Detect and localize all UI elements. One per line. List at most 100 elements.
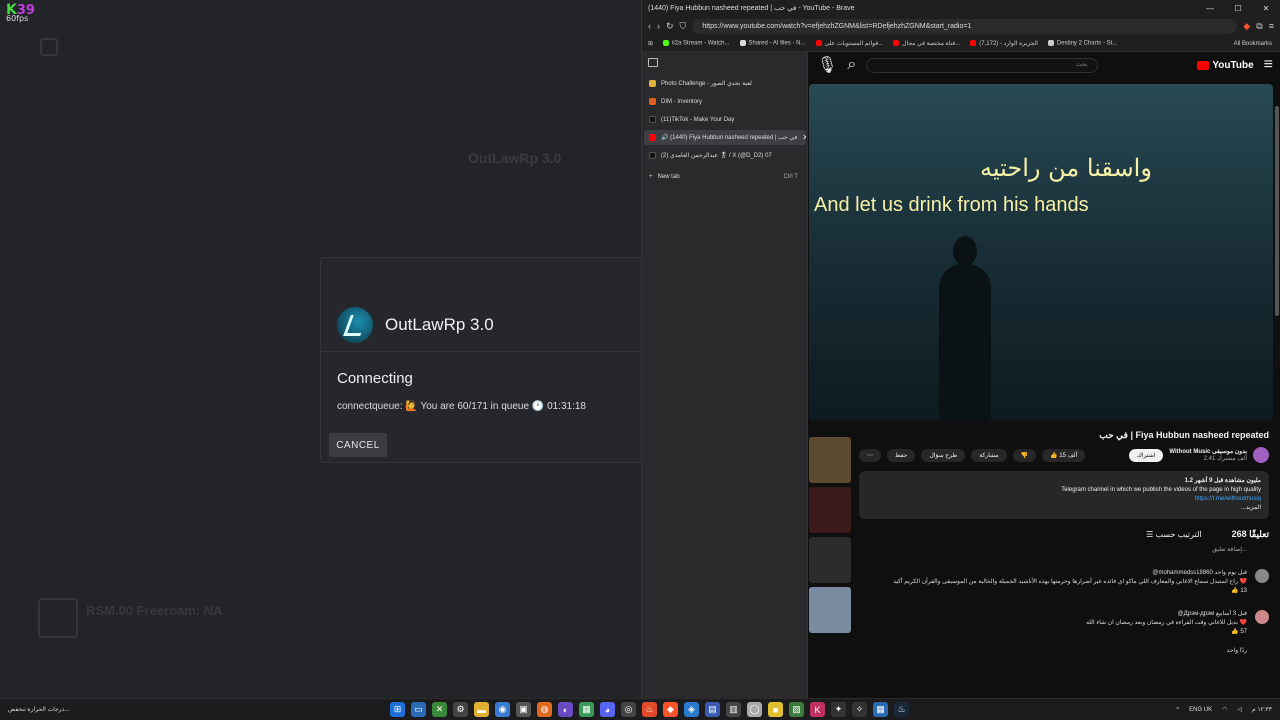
back-icon[interactable]: ‹ <box>648 21 651 31</box>
comment-text: راح استبدل سماع الاغاني والمعازف اللي ما… <box>893 579 1247 585</box>
close-icon[interactable]: ✕ <box>1252 4 1280 13</box>
sidebar-toggle-icon[interactable] <box>648 58 658 67</box>
tray-chevron-icon[interactable]: ^ <box>1176 707 1179 713</box>
volume-icon[interactable]: ◁ <box>1237 706 1242 713</box>
app-icon[interactable]: ▤ <box>705 702 720 717</box>
tab-item[interactable]: DIM - Inventory <box>644 94 806 109</box>
bookmark-item[interactable]: Shared - AI files - N... <box>739 40 806 47</box>
channel-row: ⋯ حفظ طرح سؤال مشاركة 👎 👍 15 ألف اشتراك … <box>859 447 1269 463</box>
app-icon[interactable]: ■ <box>768 702 783 717</box>
comment: @mohammedss18860 قبل يوم واحد راح استبدل… <box>859 569 1269 596</box>
app-icon[interactable]: ▥ <box>726 702 741 717</box>
tab-close-icon[interactable]: ✕ <box>802 133 806 142</box>
replies-toggle[interactable]: ردًا واحد <box>859 647 1247 656</box>
bookmark-item[interactable]: الجزيرة الوارد - (7,172) <box>970 40 1038 47</box>
language-indicator[interactable]: ENG UK <box>1189 707 1212 713</box>
comment-text: بديل للاغاني وقت القراءة في رمضان وبعد ر… <box>1085 620 1247 626</box>
related-thumb[interactable] <box>809 487 851 533</box>
related-thumb[interactable] <box>809 587 851 633</box>
vscode-icon[interactable]: ◈ <box>684 702 699 717</box>
wifi-icon[interactable]: ◠ <box>1222 706 1227 713</box>
bookmark-item[interactable]: Destiny 2 Charts - St... <box>1047 40 1117 47</box>
forward-icon[interactable]: › <box>657 21 660 31</box>
address-bar[interactable]: https://www.youtube.com/watch?v=efjehzhZ… <box>692 18 1238 34</box>
server-name[interactable]: RSM.00 Freeroam: NA <box>86 603 223 618</box>
search-icon[interactable]: ⌕ <box>847 56 856 74</box>
dislike-icon[interactable]: 👎 <box>1012 448 1037 462</box>
related-thumb[interactable] <box>809 437 851 483</box>
comment-likes[interactable]: 👍 57 <box>859 628 1247 637</box>
server-icon[interactable] <box>38 598 78 638</box>
video-player[interactable]: واسقنا من راحتيه And let us drink from h… <box>809 84 1273 421</box>
tab-item[interactable]: (11)TikTok - Make Your Day <box>644 112 806 127</box>
comment: @Дрэм-дрэм قبل 3 أسابيع بديل للاغاني وقت… <box>859 610 1269 656</box>
cancel-button[interactable]: CANCEL <box>329 433 387 457</box>
app-icon[interactable]: ✦ <box>831 702 846 717</box>
connection-status: Connecting <box>337 370 413 387</box>
taskbar: درجات الحرارة تنخفض... ⊞ ▭ ✕ ⚙ ▬ ◉ ▣ ◍ ◐… <box>0 698 1280 720</box>
tab-item[interactable]: (2) عبدالرحمن الغامدي 🎖 / X (@D_D2) 07 <box>644 148 806 163</box>
bookmark-item[interactable]: ii2a Stream - Watch... <box>663 40 730 47</box>
share-button[interactable]: مشاركة <box>971 448 1007 462</box>
description-box[interactable]: 1.2 مليون مشاهدة قبل 9 أشهر Telegram cha… <box>859 471 1269 519</box>
app-icon[interactable]: ◐ <box>558 702 573 717</box>
outlaw-logo-icon <box>337 306 373 343</box>
sort-button[interactable]: ☰ الترتيب حسب <box>1146 530 1202 539</box>
app-icon[interactable]: ◯ <box>747 702 762 717</box>
app-icon[interactable]: ♨ <box>642 702 657 717</box>
app-icon[interactable]: ▧ <box>789 702 804 717</box>
weather-widget[interactable]: درجات الحرارة تنخفض... <box>8 706 69 713</box>
tab-item[interactable]: Photo Challenge - لعبة تحدي الصور <box>644 76 806 91</box>
ask-button[interactable]: طرح سؤال <box>921 448 966 462</box>
brave-icon[interactable]: ◆ <box>663 702 678 717</box>
avatar[interactable] <box>1255 569 1269 583</box>
app-icon[interactable]: ◎ <box>621 702 636 717</box>
steam-icon[interactable]: ♨ <box>894 702 909 717</box>
new-tab-button[interactable]: + New tab Ctrl T <box>644 169 806 184</box>
bookmark-item[interactable]: قوائم المستويات على... <box>815 40 883 47</box>
subscribe-button[interactable]: اشتراك <box>1128 448 1164 462</box>
channel-avatar[interactable] <box>1253 447 1269 463</box>
avatar[interactable] <box>1255 610 1269 624</box>
apps-icon[interactable]: ⊞ <box>648 40 653 47</box>
app-icon[interactable]: ▦ <box>873 702 888 717</box>
related-thumb[interactable] <box>809 537 851 583</box>
app-icon[interactable]: ⚙ <box>453 702 468 717</box>
xbox-icon[interactable]: ✕ <box>432 702 447 717</box>
more-actions-icon[interactable]: ⋯ <box>859 448 881 462</box>
lyric-arabic: واسقنا من راحتيه <box>980 154 1152 182</box>
app-icon[interactable]: K <box>810 702 825 717</box>
discord-icon[interactable]: ◕ <box>600 702 615 717</box>
mic-icon[interactable]: 🎙 <box>817 55 837 75</box>
tab-item-active[interactable]: 🔊 (1440) Fiya Hubbun nasheed repeated | … <box>644 130 806 145</box>
extensions-icon[interactable]: ⧉ <box>1256 21 1262 32</box>
channel-block[interactable]: Without Music بدون موسيقى 2.41 ألف مشترك <box>1169 448 1247 462</box>
scrollbar[interactable] <box>1275 106 1279 316</box>
store-icon[interactable]: ▣ <box>516 702 531 717</box>
search-input[interactable]: بحث <box>866 57 1099 73</box>
start-icon[interactable]: ⊞ <box>390 702 405 717</box>
youtube-logo[interactable]: YouTube <box>1197 60 1254 71</box>
like-button[interactable]: 👍 15 ألف <box>1042 448 1086 462</box>
task-view-icon[interactable]: ▭ <box>411 702 426 717</box>
explorer-icon[interactable]: ▬ <box>474 702 489 717</box>
bookmark-icon[interactable]: ⛉ <box>680 21 687 32</box>
modal-header: OutLawRp 3.0 <box>321 258 649 352</box>
brave-shield-icon[interactable]: ◆ <box>1243 21 1250 32</box>
bookmark-item[interactable]: قناة مختصة في مجال... <box>893 40 960 47</box>
menu-icon[interactable]: ≡ <box>1264 56 1273 74</box>
reload-icon[interactable]: ↻ <box>666 21 674 32</box>
clock[interactable]: ١٢:٣٣ م <box>1252 706 1272 713</box>
edge-icon[interactable]: ◉ <box>495 702 510 717</box>
all-bookmarks[interactable]: All Bookmarks <box>1234 41 1272 47</box>
menu-icon[interactable]: ≡ <box>1269 21 1274 31</box>
minecraft-icon[interactable]: ▦ <box>579 702 594 717</box>
app-icon[interactable]: ✧ <box>852 702 867 717</box>
save-button[interactable]: حفظ <box>887 448 916 462</box>
comment-likes[interactable]: 👍 13 <box>859 587 1247 596</box>
maximize-icon[interactable]: ☐ <box>1224 4 1252 13</box>
firefox-icon[interactable]: ◍ <box>537 702 552 717</box>
minimize-icon[interactable]: — <box>1196 4 1224 13</box>
tab-favicon-icon <box>649 116 656 123</box>
add-comment-input[interactable]: إضافة تعليق... <box>859 546 1269 555</box>
